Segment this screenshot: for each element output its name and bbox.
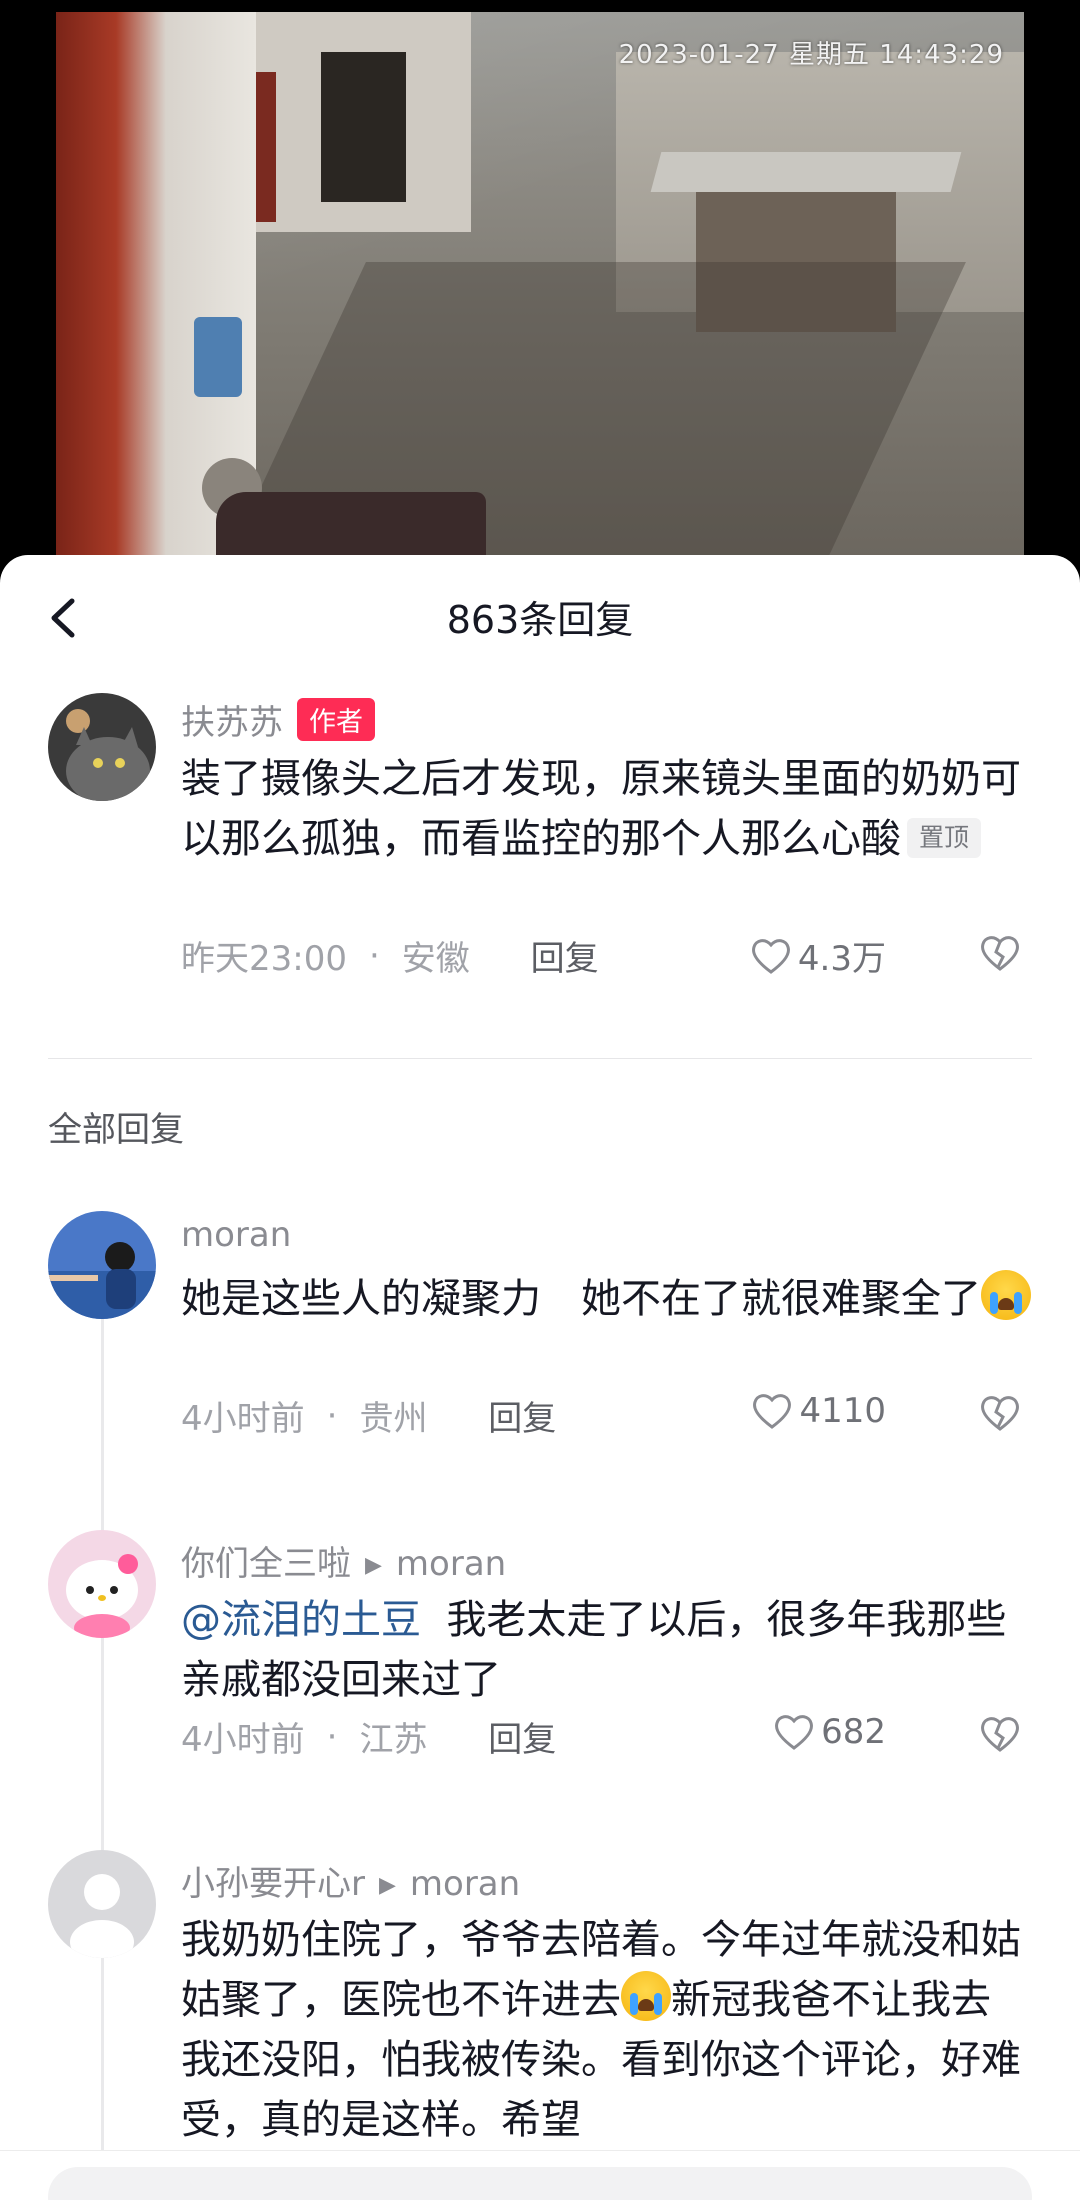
like-button[interactable]: 682 [773,1712,886,1752]
video-player[interactable]: 2023-01-27 星期五 14:43:29 [0,0,1080,575]
avatar[interactable] [48,1850,156,1958]
username[interactable]: 你们全三啦 [181,1544,351,1584]
like-count: 682 [821,1712,886,1752]
dislike-button[interactable] [979,933,1021,982]
heart-icon [751,938,790,974]
comment-text: 装了摄像头之后才发现，原来镜头里面的奶奶可以那么孤独，而看监控的那个人那么心酸置… [181,749,1031,869]
username[interactable]: 扶苏苏 [181,703,283,743]
comment-input[interactable] [48,2167,1032,2200]
default-user-avatar-icon [48,1850,156,1958]
mention-link[interactable]: @流泪的土豆 [181,1597,421,1643]
surveillance-video-frame[interactable]: 2023-01-27 星期五 14:43:29 [56,12,1024,557]
comment-text: 我奶奶住院了，爷爷去陪着。今年过年就没和姑姑聚了，医院也不许进去 新冠我爸不让我去… [181,1910,1031,2150]
reply-arrow-icon: ▶ [378,1873,396,1898]
separator-dot: · [368,935,380,976]
comment-input-bar [0,2150,1080,2200]
pinned-tag: 置顶 [907,818,982,858]
heart-icon [775,1715,814,1750]
comment-text: 她是这些人的凝聚力 她不在了就很难聚全了 [181,1269,1031,1329]
crying-face-icon [981,1270,1031,1320]
dislike-button[interactable] [979,1393,1021,1442]
comment-author-row: 小孙要开心r ▶ moran [181,1856,520,1905]
broken-heart-icon [981,936,1019,971]
comment-meta: 4小时前 · 贵州 回复 4110 [181,1391,1021,1441]
avatar[interactable] [48,1211,156,1319]
person-photo-avatar-icon [48,1211,156,1319]
username[interactable]: 小孙要开心r [181,1864,365,1904]
sheet-header: 863条回复 [0,555,1080,675]
like-count: 4.3万 [797,939,886,979]
like-count: 4110 [799,1391,886,1431]
heart-icon [753,1394,792,1429]
separator-dot: · [326,1716,338,1757]
reply-button[interactable]: 回复 [488,1712,556,1761]
reply-to-username[interactable]: moran [410,1864,520,1904]
replies-sheet: 863条回复 扶苏苏 作者 装了摄像头之后才发现，原来镜头里面的奶奶可以那么孤独，… [0,555,1080,2200]
comment-time: 4小时前 [181,1399,305,1439]
broken-heart-icon [981,1396,1019,1431]
comment-time: 4小时前 [181,1720,305,1760]
elderly-woman-figure [196,452,496,557]
comment-meta: 4小时前 · 江苏 回复 682 [181,1712,1021,1762]
like-button[interactable]: 4.3万 [750,931,886,980]
reply-button[interactable]: 回复 [531,931,599,980]
video-timestamp: 2023-01-27 星期五 14:43:29 [618,40,1004,70]
comment-author-row: 扶苏苏 作者 [181,695,375,744]
crying-face-icon [621,1971,671,2021]
shed-roof [650,152,962,192]
divider [48,1058,1032,1059]
username[interactable]: moran [181,1215,291,1255]
broken-heart-icon [981,1717,1019,1752]
comment-time: 昨天23:00 [181,939,347,979]
hello-kitty-avatar-icon [48,1530,156,1638]
separator-dot: · [326,1395,338,1436]
like-button[interactable]: 4110 [751,1391,886,1431]
comment-text: @流泪的土豆 我老太走了以后，很多年我那些亲戚都没回来过了 [181,1590,1031,1710]
comment-author-row: 你们全三啦 ▶ moran [181,1536,506,1585]
reply-arrow-icon: ▶ [365,1553,382,1578]
reply-to-username[interactable]: moran [396,1544,506,1584]
comment-meta: 昨天23:00 · 安徽 回复 4.3万 [181,931,1021,981]
author-badge: 作者 [297,698,375,741]
replies-count-title: 863条回复 [446,598,634,642]
comment-location: 贵州 [359,1399,428,1439]
doorway [321,52,406,202]
comment-body: 装了摄像头之后才发现，原来镜头里面的奶奶可以那么孤独，而看监控的那个人那么心酸 [181,756,1021,862]
cat-photo-avatar-icon [48,693,156,801]
comment-location: 安徽 [401,939,470,979]
comment-body: 她是这些人的凝聚力 她不在了就很难聚全了 [181,1276,981,1322]
blue-bucket [194,317,242,397]
dislike-button[interactable] [979,1714,1021,1763]
avatar[interactable] [48,1530,156,1638]
comment-location: 江苏 [359,1720,428,1760]
avatar[interactable] [48,693,156,801]
all-replies-heading: 全部回复 [48,1110,184,1150]
reply-button[interactable]: 回复 [488,1391,556,1440]
thread-line [101,1315,104,2165]
